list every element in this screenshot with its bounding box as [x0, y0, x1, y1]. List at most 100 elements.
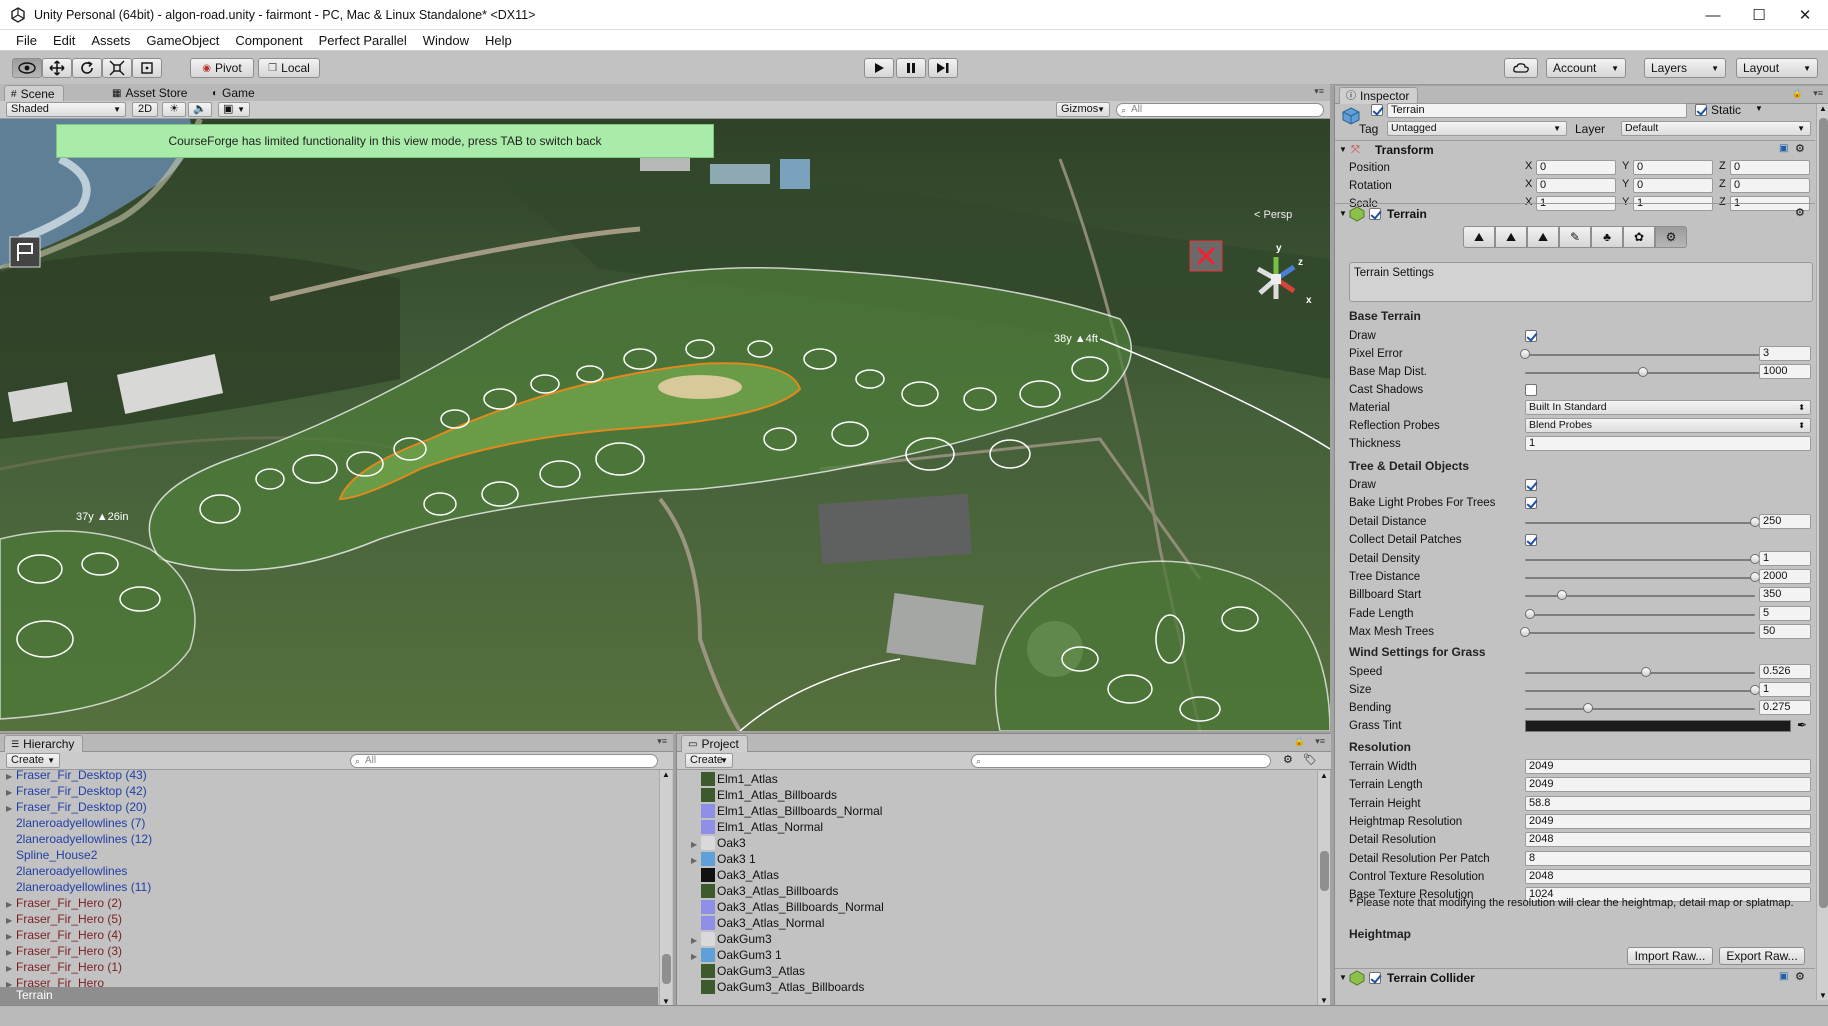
transform-header[interactable]: Transform [1375, 143, 1434, 157]
detail-resolution-per-patch-field[interactable]: 8 [1525, 850, 1811, 866]
effects-dropdown[interactable]: ▣ ▼ [218, 102, 250, 117]
detail-resolution-field[interactable]: 2048 [1525, 832, 1811, 848]
hierarchy-create-dropdown[interactable]: Create ▼ [6, 753, 60, 768]
menu-edit[interactable]: Edit [45, 33, 83, 48]
terrain-header[interactable]: Terrain [1387, 207, 1427, 221]
project-item[interactable]: Elm1_Atlas [691, 771, 778, 787]
project-scroll-thumb[interactable] [1320, 851, 1329, 891]
hierarchy-item[interactable]: ▶ Fraser_Fir_Desktop (42) [6, 783, 147, 799]
control-texture-resolution-field[interactable]: 2048 [1525, 868, 1811, 884]
hierarchy-item[interactable]: ▶ Fraser_Fir_Desktop (43) [6, 770, 147, 783]
detail-distance-slider[interactable] [1525, 516, 1760, 527]
project-item[interactable]: Oak3_Atlas [691, 867, 779, 883]
hierarchy-scrollbar[interactable]: ▲ ▼ [659, 770, 672, 1006]
tab-inspector[interactable]: ⓘ Inspector [1339, 87, 1419, 104]
import-raw-button[interactable]: Import Raw... [1627, 947, 1713, 965]
draw-checkbox[interactable] [1525, 330, 1537, 342]
scroll-up-icon[interactable]: ▲ [1320, 771, 1328, 780]
detail-distance-field[interactable]: 250 [1759, 513, 1811, 529]
project-create-dropdown[interactable]: Create ▼ [685, 753, 733, 768]
transform-x-field[interactable]: 0 [1536, 178, 1616, 193]
project-item[interactable]: ▶ OakGum3 [691, 931, 772, 947]
slider-knob[interactable] [1520, 349, 1530, 359]
menu-file[interactable]: File [8, 33, 45, 48]
terrain-height-field[interactable]: 58.8 [1525, 795, 1811, 811]
project-item[interactable]: ▶ Oak3 [691, 835, 746, 851]
foldout-arrow-icon[interactable]: ▼ [1339, 145, 1347, 154]
menu-perfect-parallel[interactable]: Perfect Parallel [311, 33, 415, 48]
lighting-toggle-button[interactable]: ☀ [162, 102, 186, 117]
scroll-down-icon[interactable]: ▼ [1320, 996, 1328, 1005]
foldout-arrow-icon[interactable]: ▼ [1339, 973, 1347, 982]
scroll-up-icon[interactable]: ▲ [1819, 104, 1827, 113]
project-item[interactable]: ▶ OakGum3 1 [691, 947, 782, 963]
max-mesh-trees-slider[interactable] [1520, 627, 1755, 638]
rotate-tool-button[interactable] [72, 58, 102, 78]
billboard-start-field[interactable]: 350 [1759, 587, 1811, 603]
foldout-arrow-icon[interactable]: ▼ [1339, 209, 1347, 218]
place-trees-button[interactable]: ♣ [1591, 226, 1623, 248]
layer-dropdown[interactable]: Default ▼ [1621, 121, 1811, 136]
lock-icon[interactable]: 🔒 [1792, 88, 1803, 99]
inspector-scroll-thumb[interactable] [1819, 118, 1828, 908]
fade-length-slider[interactable] [1524, 608, 1755, 619]
heightmap-resolution-field[interactable]: 2049 [1525, 813, 1811, 829]
wind-speed-field[interactable]: 0.526 [1759, 664, 1811, 679]
hierarchy-item[interactable]: 2laneroadyellowlines (11) [6, 879, 151, 895]
layout-dropdown[interactable]: Layout ▼ [1736, 58, 1818, 78]
player-logo-icon[interactable] [10, 119, 40, 148]
transform-x-field[interactable]: 0 [1536, 160, 1616, 175]
paint-details-button[interactable]: ✿ [1623, 226, 1655, 248]
static-checkbox[interactable] [1695, 104, 1707, 116]
cast-shadows-checkbox[interactable] [1525, 384, 1537, 396]
hierarchy-item[interactable]: ▶ Fraser_Fir_Hero (2) [6, 895, 122, 911]
slider-knob[interactable] [1583, 703, 1594, 713]
slider-knob[interactable] [1556, 590, 1567, 601]
scroll-down-icon[interactable]: ▼ [1819, 991, 1827, 1000]
project-item[interactable]: OakGum3_Atlas_Billboards [691, 979, 864, 995]
menu-help[interactable]: Help [477, 33, 520, 48]
filter-by-label-icon[interactable]: 🏷 [1303, 753, 1317, 766]
wind-size-slider[interactable] [1525, 685, 1760, 695]
base-map-dist-field[interactable]: 1000 [1759, 364, 1811, 379]
hierarchy-scroll-thumb[interactable] [662, 954, 671, 984]
pivot-toggle-button[interactable]: ◉ Pivot [190, 58, 254, 78]
play-button[interactable] [864, 58, 894, 78]
tab-scene[interactable]: # Scene [4, 85, 64, 102]
scene-viewport[interactable]: y z x < Persp 38y ▲4ft 37y ▲26in [0, 119, 1330, 731]
detail-density-slider[interactable] [1525, 553, 1760, 564]
hierarchy-item[interactable]: ▶ Fraser_Fir_Desktop (20) [6, 799, 147, 815]
project-item[interactable]: Oak3_Atlas_Billboards [691, 883, 838, 899]
detail-density-field[interactable]: 1 [1759, 550, 1811, 566]
gear-icon[interactable]: ⚙ [1795, 142, 1805, 155]
material-dropdown[interactable]: Built In Standard ⬍ [1525, 400, 1811, 415]
local-toggle-button[interactable]: ❒ Local [258, 58, 320, 78]
hierarchy-item[interactable]: Spline_House2 [6, 847, 97, 863]
panel-menu-icon[interactable]: ▾≡ [1314, 86, 1324, 97]
terrain-enabled-checkbox[interactable] [1369, 208, 1381, 220]
help-icon[interactable]: ▣ [1779, 971, 1788, 982]
hierarchy-search-input[interactable]: ⌕ All [350, 754, 658, 768]
audio-toggle-button[interactable]: 🔈 [188, 102, 212, 117]
minimize-button[interactable]: — [1690, 0, 1736, 30]
cloud-button[interactable] [1504, 58, 1538, 78]
object-name-field[interactable]: Terrain [1387, 103, 1687, 118]
project-item[interactable]: OakGum3_Atlas [691, 963, 805, 979]
account-dropdown[interactable]: Account ▼ [1546, 58, 1626, 78]
draw-checkbox[interactable] [1525, 479, 1537, 491]
panel-menu-icon[interactable]: ▾≡ [1315, 736, 1325, 747]
panel-menu-icon[interactable]: ▾≡ [657, 736, 667, 747]
hierarchy-item[interactable]: 2laneroadyellowlines [6, 863, 127, 879]
wind-bending-field[interactable]: 0.275 [1759, 700, 1811, 715]
project-item[interactable]: ▶ Oak3 1 [691, 851, 756, 867]
hierarchy-item[interactable]: ▶ Fraser_Fir_Hero (5) [6, 911, 122, 927]
pixel-error-field[interactable]: 3 [1759, 346, 1811, 361]
tree-distance-slider[interactable] [1525, 572, 1760, 582]
scene-search-input[interactable]: ⌕ All [1116, 103, 1324, 117]
help-icon[interactable]: ▣ [1779, 143, 1788, 154]
terrain-collider-header[interactable]: Terrain Collider [1387, 971, 1475, 985]
paint-height-button[interactable]: ⛰ [1495, 226, 1527, 248]
collect-detail-patches-checkbox[interactable] [1525, 534, 1537, 547]
base-map-dist-slider[interactable] [1525, 367, 1765, 377]
layers-dropdown[interactable]: Layers ▼ [1644, 58, 1726, 78]
